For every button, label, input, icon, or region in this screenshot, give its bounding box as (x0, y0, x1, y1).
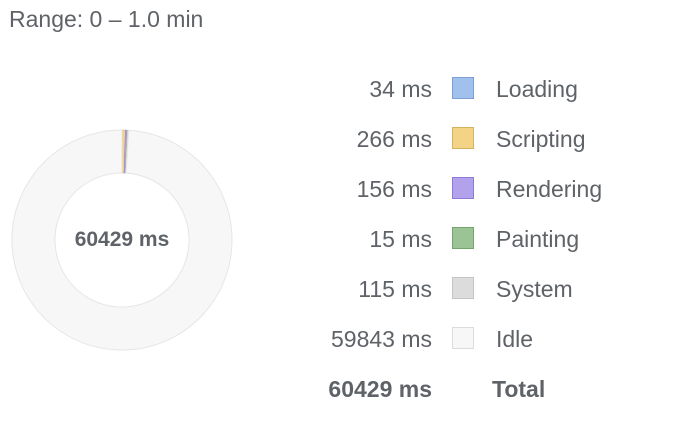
legend-value-loading: 34 ms (369, 76, 432, 102)
legend-swatch-loading (452, 77, 474, 99)
range-label: Range: 0 – 1.0 min (9, 6, 204, 32)
legend-label-total: Total (492, 376, 546, 402)
legend-swatch-scripting (452, 127, 474, 149)
legend-value-total: 60429 ms (328, 376, 432, 402)
legend-value-rendering: 156 ms (356, 176, 432, 202)
donut-total-value: 60429 ms (74, 228, 170, 251)
legend-row-painting: 15 ms Painting (300, 216, 660, 266)
summary-legend: 34 ms Loading 266 ms Scripting 156 ms Re… (300, 66, 660, 416)
legend-row-total: 60429 ms Total (300, 366, 660, 416)
legend-value-painting: 15 ms (369, 226, 432, 252)
legend-swatch-painting (452, 227, 474, 249)
legend-row-system: 115 ms System (300, 266, 660, 316)
legend-row-loading: 34 ms Loading (300, 66, 660, 116)
legend-label-idle: Idle (496, 326, 534, 352)
legend-value-scripting: 266 ms (356, 126, 432, 152)
legend-label-scripting: Scripting (496, 126, 586, 152)
legend-label-rendering: Rendering (496, 176, 603, 202)
summary-donut-chart: 60429 ms (11, 129, 233, 351)
legend-label-loading: Loading (496, 76, 578, 102)
legend-label-system: System (496, 276, 573, 302)
legend-swatch-rendering (452, 177, 474, 199)
legend-value-system: 115 ms (358, 276, 432, 302)
legend-label-painting: Painting (496, 226, 580, 252)
legend-row-scripting: 266 ms Scripting (300, 116, 660, 166)
legend-swatch-idle (452, 327, 474, 349)
legend-value-idle: 59843 ms (330, 326, 432, 352)
legend-swatch-system (452, 277, 474, 299)
legend-row-idle: 59843 ms Idle (300, 316, 660, 366)
legend-row-rendering: 156 ms Rendering (300, 166, 660, 216)
